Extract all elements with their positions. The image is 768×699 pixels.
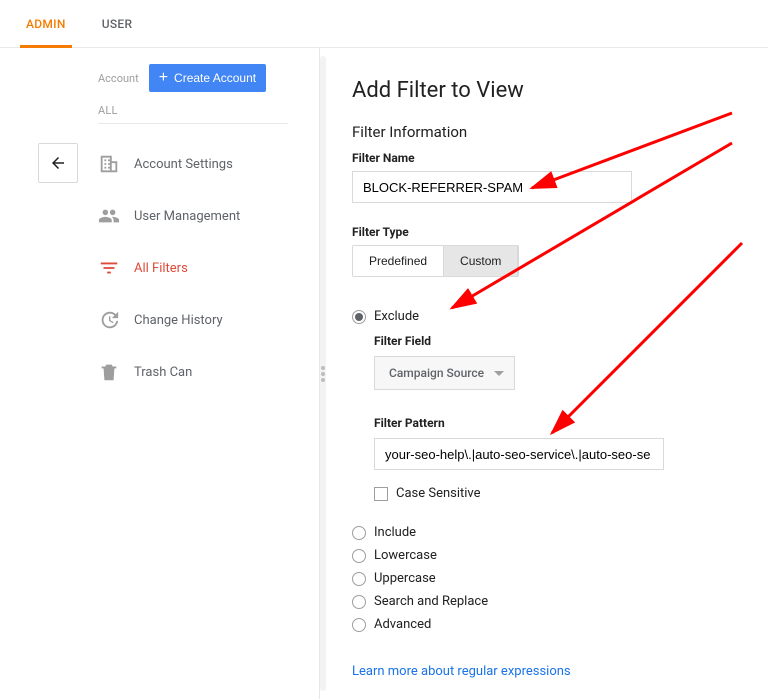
radio-include-label: Include (374, 525, 416, 540)
radio-exclude[interactable] (352, 310, 366, 324)
filter-icon (98, 257, 120, 279)
radio-lowercase-row[interactable]: Lowercase (352, 548, 744, 563)
radio-uppercase[interactable] (352, 572, 366, 586)
create-account-label: Create Account (174, 71, 256, 85)
predefined-tab[interactable]: Predefined (353, 246, 444, 276)
chevron-down-icon (494, 371, 504, 376)
admin-sidebar: Account + Create Account ALL Account Set… (70, 48, 320, 699)
building-icon (98, 153, 120, 175)
radio-advanced[interactable] (352, 618, 366, 632)
radio-include[interactable] (352, 526, 366, 540)
filter-info-heading: Filter Information (352, 123, 744, 141)
tab-admin-label: ADMIN (26, 17, 66, 31)
account-label: Account (98, 72, 139, 85)
left-gutter (0, 48, 70, 699)
sidebar-item-label: All Filters (134, 261, 188, 276)
case-sensitive-label: Case Sensitive (396, 486, 481, 501)
filter-field-label: Filter Field (374, 334, 744, 348)
filter-type-label: Filter Type (352, 225, 744, 239)
sidebar-item-user-management[interactable]: User Management (98, 190, 319, 242)
case-sensitive-row[interactable]: Case Sensitive (374, 486, 744, 501)
divider (98, 123, 288, 124)
radio-advanced-row[interactable]: Advanced (352, 617, 744, 632)
sidebar-item-change-history[interactable]: Change History (98, 294, 319, 346)
radio-search-replace-label: Search and Replace (374, 594, 488, 609)
radio-lowercase[interactable] (352, 549, 366, 563)
filter-field-select[interactable]: Campaign Source (374, 356, 515, 390)
tab-admin[interactable]: ADMIN (20, 1, 72, 47)
radio-lowercase-label: Lowercase (374, 548, 437, 563)
sidebar-item-trash-can[interactable]: Trash Can (98, 346, 319, 398)
learn-more-link[interactable]: Learn more about regular expressions (352, 664, 571, 679)
tab-user[interactable]: USER (96, 1, 139, 47)
seg-pointer-icon (463, 276, 479, 277)
tab-user-label: USER (102, 17, 133, 31)
radio-advanced-label: Advanced (374, 617, 431, 632)
sidebar-item-label: User Management (134, 209, 240, 224)
filter-pattern-label: Filter Pattern (374, 416, 744, 430)
resize-handle[interactable] (320, 48, 332, 699)
top-tabs: ADMIN USER (0, 0, 768, 48)
arrow-left-icon (49, 154, 67, 172)
radio-search-replace-row[interactable]: Search and Replace (352, 594, 744, 609)
radio-exclude-label: Exclude (374, 309, 419, 324)
sidebar-item-all-filters[interactable]: All Filters (98, 242, 319, 294)
page-title: Add Filter to View (352, 78, 744, 103)
plus-icon: + (159, 70, 168, 86)
filter-pattern-input[interactable] (374, 438, 664, 470)
people-icon (98, 205, 120, 227)
case-sensitive-checkbox[interactable] (374, 487, 388, 501)
sidebar-item-label: Change History (134, 313, 223, 328)
trash-icon (98, 361, 120, 383)
filter-name-input[interactable] (352, 171, 632, 203)
sidebar-item-label: Trash Can (134, 365, 192, 380)
radio-uppercase-label: Uppercase (374, 571, 436, 586)
main-content: Add Filter to View Filter Information Fi… (332, 48, 768, 699)
radio-search-replace[interactable] (352, 595, 366, 609)
predefined-label: Predefined (369, 254, 427, 268)
history-icon (98, 309, 120, 331)
filter-field-value: Campaign Source (389, 366, 484, 380)
filter-type-toggle: Predefined Custom (352, 245, 519, 277)
radio-uppercase-row[interactable]: Uppercase (352, 571, 744, 586)
sidebar-item-account-settings[interactable]: Account Settings (98, 138, 319, 190)
custom-tab[interactable]: Custom (444, 246, 518, 276)
all-label: ALL (98, 104, 319, 117)
radio-exclude-row[interactable]: Exclude (352, 309, 744, 324)
custom-label: Custom (460, 254, 501, 268)
create-account-button[interactable]: + Create Account (149, 64, 266, 92)
filter-name-label: Filter Name (352, 151, 744, 165)
radio-include-row[interactable]: Include (352, 525, 744, 540)
sidebar-item-label: Account Settings (134, 157, 233, 172)
